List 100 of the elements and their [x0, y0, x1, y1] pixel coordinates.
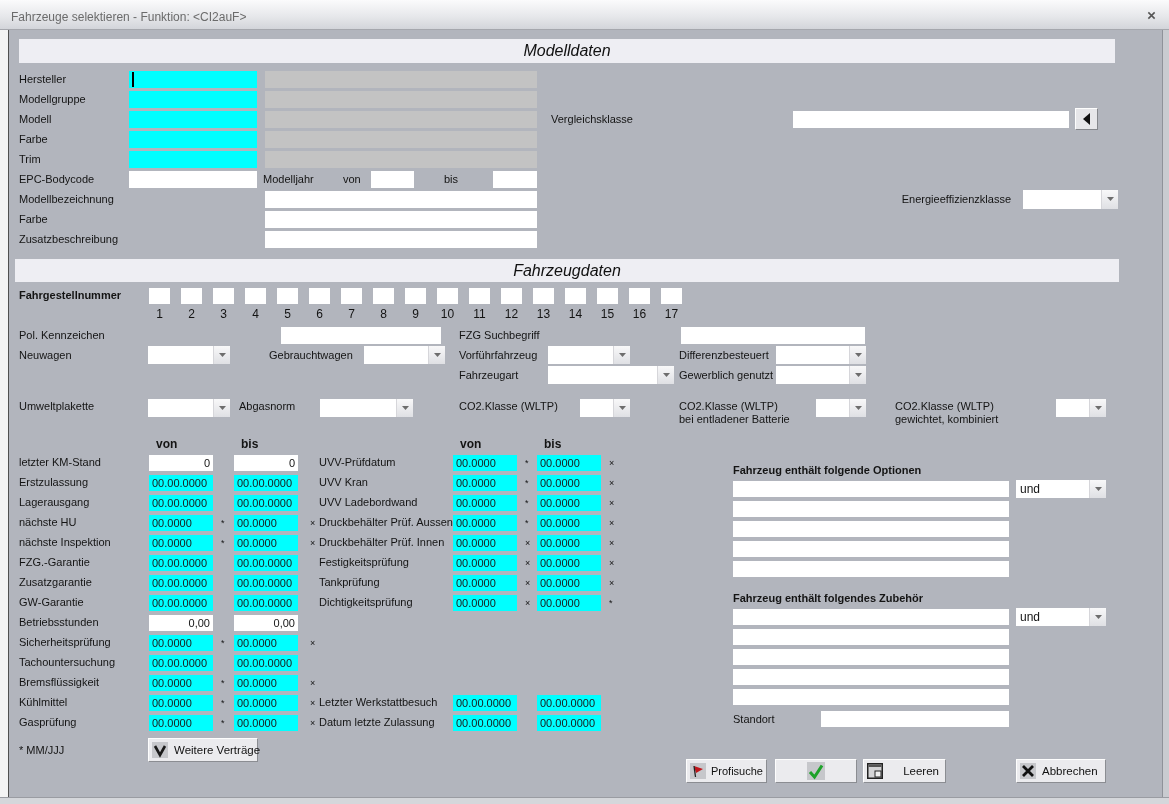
date-field[interactable]: 00.0000: [234, 635, 298, 651]
action-button[interactable]: [775, 759, 857, 783]
date-field[interactable]: 00.0000: [149, 715, 213, 731]
date-field[interactable]: 00.00.0000: [234, 495, 298, 511]
input-field[interactable]: [733, 501, 1009, 517]
dropdown[interactable]: [548, 366, 674, 384]
date-field[interactable]: 00.00.0000: [149, 655, 213, 671]
date-field[interactable]: 00.00.0000: [234, 655, 298, 671]
date-field[interactable]: 00.0000: [234, 695, 298, 711]
date-field[interactable]: 00.0000: [537, 495, 601, 511]
date-field[interactable]: 00.0000: [234, 675, 298, 691]
vin-character-field[interactable]: [629, 288, 650, 304]
date-field[interactable]: 00.0000: [453, 575, 517, 591]
date-field[interactable]: 00.0000: [234, 515, 298, 531]
date-field[interactable]: 00.0000: [149, 635, 213, 651]
date-field[interactable]: 00.0000: [149, 675, 213, 691]
input-field[interactable]: [733, 521, 1009, 537]
vin-character-field[interactable]: [565, 288, 586, 304]
input-field[interactable]: [281, 326, 441, 344]
input-field[interactable]: [129, 150, 257, 168]
input-field[interactable]: [793, 110, 1069, 128]
vin-character-field[interactable]: [213, 288, 234, 304]
input-field[interactable]: [733, 689, 1009, 705]
input-field[interactable]: [733, 609, 1009, 625]
dropdown[interactable]: [364, 346, 445, 364]
dropdown[interactable]: und: [1016, 480, 1106, 498]
vin-character-field[interactable]: [341, 288, 362, 304]
input-field[interactable]: [681, 326, 865, 344]
date-field[interactable]: 00.0000: [453, 515, 517, 531]
vin-character-field[interactable]: [469, 288, 490, 304]
vin-character-field[interactable]: [597, 288, 618, 304]
date-field[interactable]: 00.00.0000: [149, 555, 213, 571]
vin-character-field[interactable]: [405, 288, 426, 304]
input-field[interactable]: [733, 541, 1009, 557]
input-field[interactable]: [493, 170, 537, 188]
action-button[interactable]: Abbrechen: [1016, 759, 1106, 783]
input-field[interactable]: [733, 481, 1009, 497]
dropdown[interactable]: [320, 399, 413, 417]
input-field[interactable]: [265, 210, 537, 228]
input-field[interactable]: [129, 110, 257, 128]
date-field[interactable]: 00.00.0000: [234, 575, 298, 591]
dropdown[interactable]: [1056, 399, 1106, 417]
date-field[interactable]: 00.0000: [234, 715, 298, 731]
date-field[interactable]: 00.00.0000: [149, 575, 213, 591]
action-button[interactable]: Profisuche: [686, 759, 767, 783]
date-field[interactable]: 00.00.0000: [149, 475, 213, 491]
input-field[interactable]: [129, 170, 257, 188]
date-field[interactable]: 00.0000: [453, 535, 517, 551]
more-contracts-button[interactable]: Weitere Verträge: [148, 738, 258, 762]
date-field[interactable]: 00.0000: [537, 515, 601, 531]
dropdown[interactable]: [816, 399, 866, 417]
dropdown[interactable]: [148, 346, 230, 364]
vin-character-field[interactable]: [277, 288, 298, 304]
date-field[interactable]: 00.00.0000: [234, 555, 298, 571]
date-field[interactable]: 00.0000: [537, 595, 601, 611]
input-field[interactable]: [821, 711, 1009, 727]
input-field[interactable]: [265, 190, 537, 208]
dropdown[interactable]: [1023, 189, 1118, 209]
number-field[interactable]: 0,00: [149, 615, 213, 631]
input-field[interactable]: [129, 130, 257, 148]
date-field[interactable]: 00.00.0000: [234, 595, 298, 611]
date-field[interactable]: 00.0000: [537, 555, 601, 571]
dropdown[interactable]: [148, 399, 230, 417]
vin-character-field[interactable]: [245, 288, 266, 304]
dropdown[interactable]: [776, 346, 866, 364]
close-icon[interactable]: [1147, 11, 1156, 20]
vin-character-field[interactable]: [533, 288, 554, 304]
vin-character-field[interactable]: [373, 288, 394, 304]
picker-button[interactable]: [1075, 108, 1098, 130]
input-field[interactable]: [733, 649, 1009, 665]
dropdown[interactable]: [548, 346, 630, 364]
date-field[interactable]: 00.00.0000: [234, 475, 298, 491]
number-field[interactable]: 0: [234, 455, 298, 471]
date-field[interactable]: 00.0000: [149, 515, 213, 531]
date-field[interactable]: 00.0000: [537, 535, 601, 551]
vin-character-field[interactable]: [661, 288, 682, 304]
input-field[interactable]: [371, 170, 414, 188]
vin-character-field[interactable]: [501, 288, 522, 304]
date-field[interactable]: 00.0000: [453, 495, 517, 511]
input-field[interactable]: [265, 230, 537, 248]
date-field[interactable]: 00.0000: [537, 475, 601, 491]
dropdown[interactable]: [580, 399, 630, 417]
date-field[interactable]: 00.0000: [149, 695, 213, 711]
date-field[interactable]: 00.0000: [453, 595, 517, 611]
action-button[interactable]: Leeren: [863, 759, 946, 783]
date-field[interactable]: 00.00.0000: [537, 715, 601, 731]
date-field[interactable]: 00.00.0000: [453, 695, 517, 711]
date-field[interactable]: 00.0000: [453, 455, 517, 471]
date-field[interactable]: 00.0000: [234, 535, 298, 551]
input-field[interactable]: [733, 669, 1009, 685]
date-field[interactable]: 00.00.0000: [453, 715, 517, 731]
date-field[interactable]: 00.0000: [149, 535, 213, 551]
date-field[interactable]: 00.0000: [537, 455, 601, 471]
vin-character-field[interactable]: [149, 288, 170, 304]
input-field[interactable]: [733, 561, 1009, 577]
dropdown[interactable]: [776, 366, 866, 384]
input-field[interactable]: [129, 90, 257, 108]
date-field[interactable]: 00.0000: [453, 475, 517, 491]
number-field[interactable]: 0,00: [234, 615, 298, 631]
date-field[interactable]: 00.00.0000: [149, 495, 213, 511]
